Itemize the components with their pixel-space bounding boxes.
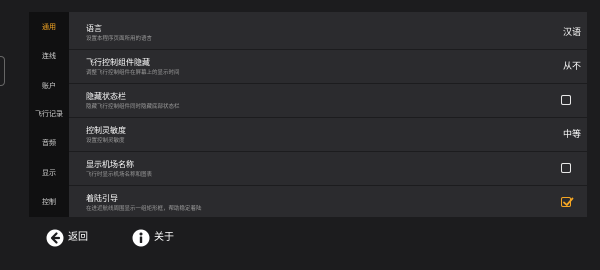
settings-panel: 通用 连线 账户 飞行记录 音频 显示 控制 语言 设置本程序页面所用的语言 汉… bbox=[29, 12, 587, 217]
back-button[interactable]: 返回 bbox=[46, 227, 88, 249]
sidebar-item-account[interactable]: 账户 bbox=[29, 81, 69, 91]
setting-row-language[interactable]: 语言 设置本程序页面所用的语言 汉语 bbox=[69, 16, 587, 50]
settings-list: 语言 设置本程序页面所用的语言 汉语 飞行控制组件隐藏 调整飞行控制组件在屏幕上… bbox=[69, 12, 587, 217]
hide-status-bar-checkbox[interactable] bbox=[561, 95, 571, 105]
setting-title: 着陆引导 bbox=[86, 194, 118, 203]
sidebar-item-connection[interactable]: 连线 bbox=[29, 51, 69, 61]
about-button[interactable]: 关于 bbox=[132, 227, 174, 249]
settings-sidebar: 通用 连线 账户 飞行记录 音频 显示 控制 bbox=[29, 12, 69, 217]
setting-title: 控制灵敏度 bbox=[86, 126, 126, 135]
sidebar-item-flight-log[interactable]: 飞行记录 bbox=[29, 109, 69, 119]
sidebar-item-general[interactable]: 通用 bbox=[29, 22, 69, 32]
landing-guidance-checkbox[interactable] bbox=[561, 197, 574, 207]
setting-title: 飞行控制组件隐藏 bbox=[86, 58, 150, 67]
sidebar-item-control[interactable]: 控制 bbox=[29, 197, 69, 207]
setting-subtitle: 设置控制灵敏度 bbox=[86, 138, 125, 144]
arrow-left-circle-icon bbox=[46, 229, 64, 247]
sensitivity-value[interactable]: 中等 bbox=[563, 130, 581, 141]
setting-subtitle: 飞行时显示机场名称和图表 bbox=[86, 172, 153, 178]
sidebar-item-audio[interactable]: 音频 bbox=[29, 138, 69, 148]
setting-subtitle: 设置本程序页面所用的语言 bbox=[86, 36, 153, 42]
about-label: 关于 bbox=[154, 232, 174, 243]
back-label: 返回 bbox=[68, 232, 88, 243]
setting-subtitle: 调整飞行控制组件在屏幕上的显示时间 bbox=[86, 70, 180, 76]
edge-handle[interactable] bbox=[0, 56, 5, 86]
setting-row-landing-guidance[interactable]: 着陆引导 在进近航线周围显示一组矩形框，帮助稳定着陆 bbox=[69, 186, 587, 217]
setting-subtitle: 隐藏飞行控制组件同时隐藏底部状态栏 bbox=[86, 104, 180, 110]
setting-title: 显示机场名称 bbox=[86, 160, 134, 169]
setting-row-flight-controls-hide[interactable]: 飞行控制组件隐藏 调整飞行控制组件在屏幕上的显示时间 从不 bbox=[69, 50, 587, 84]
setting-subtitle: 在进近航线周围显示一组矩形框，帮助稳定着陆 bbox=[86, 206, 202, 212]
sidebar-item-display[interactable]: 显示 bbox=[29, 168, 69, 178]
info-icon bbox=[132, 229, 150, 247]
language-value[interactable]: 汉语 bbox=[563, 28, 581, 39]
setting-row-hide-status-bar[interactable]: 隐藏状态栏 隐藏飞行控制组件同时隐藏底部状态栏 bbox=[69, 84, 587, 118]
settings-screen: 通用 连线 账户 飞行记录 音频 显示 控制 语言 设置本程序页面所用的语言 汉… bbox=[0, 0, 600, 270]
setting-row-show-airport-names[interactable]: 显示机场名称 飞行时显示机场名称和图表 bbox=[69, 152, 587, 186]
controls-hide-value[interactable]: 从不 bbox=[563, 62, 581, 73]
airport-names-checkbox[interactable] bbox=[561, 163, 571, 173]
setting-row-control-sensitivity[interactable]: 控制灵敏度 设置控制灵敏度 中等 bbox=[69, 118, 587, 152]
setting-title: 隐藏状态栏 bbox=[86, 92, 126, 101]
setting-title: 语言 bbox=[86, 24, 102, 33]
checkmark-icon bbox=[563, 197, 574, 206]
